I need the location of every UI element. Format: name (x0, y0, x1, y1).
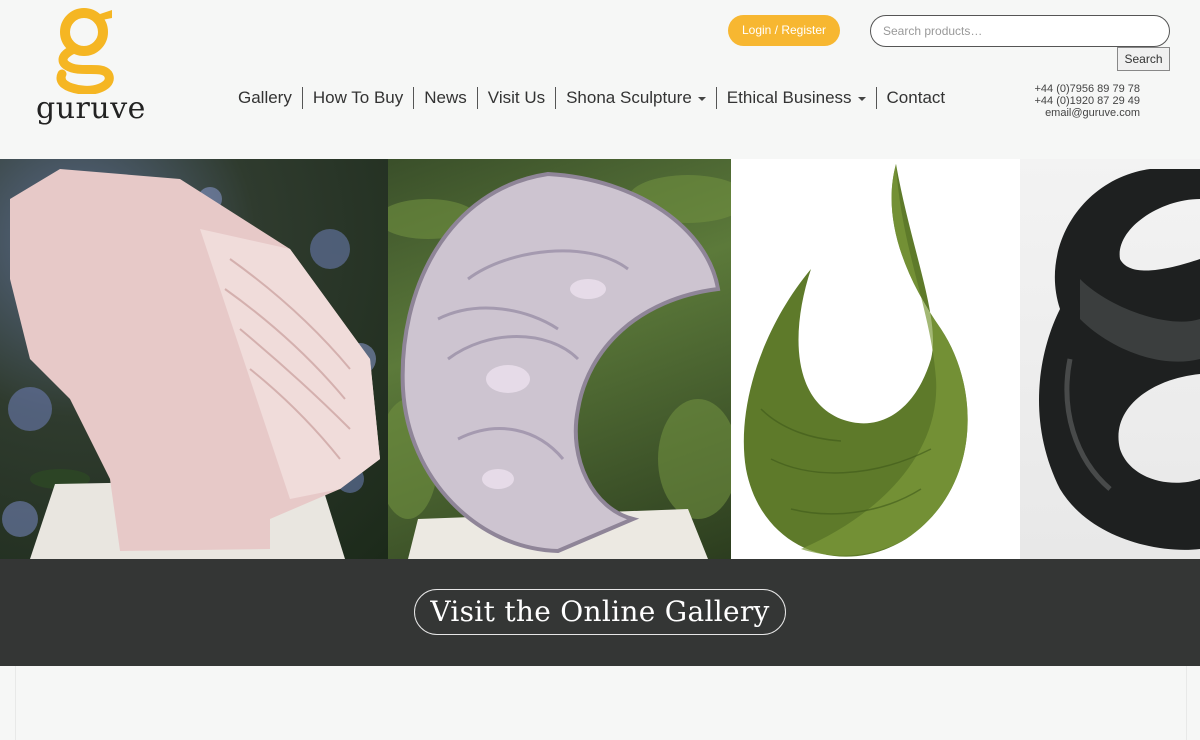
logo-wordmark: guruve (36, 91, 146, 126)
horse-sculpture-illustration (2, 169, 380, 559)
rose-quartz-horse-sculpture-image (0, 159, 388, 559)
nav-item-label: How To Buy (312, 88, 404, 107)
nav-item-contact[interactable]: Contact (877, 86, 956, 110)
guruve-logo[interactable]: guruve (36, 4, 146, 126)
nav-item-news[interactable]: News (414, 86, 477, 110)
contact-info: +44 (0)7956 89 79 78 +44 (0)1920 87 29 4… (1034, 83, 1140, 119)
nav-item-label: Gallery (238, 88, 292, 107)
nav-item-visit-us[interactable]: Visit Us (478, 86, 555, 110)
caret-down-icon (697, 97, 706, 101)
visit-online-gallery-button[interactable]: Visit the Online Gallery (414, 589, 786, 635)
caret-down-icon (857, 97, 866, 101)
main-navigation: Gallery How To Buy News Visit Us Shona S… (228, 86, 955, 110)
email-link[interactable]: email@guruve.com (1034, 107, 1140, 119)
nav-item-label: Shona Sculpture (566, 88, 692, 107)
nav-item-how-to-buy[interactable]: How To Buy (303, 86, 413, 110)
nav-item-label: Ethical Business (726, 88, 852, 107)
phone-number-1[interactable]: +44 (0)7956 89 79 78 (1034, 83, 1140, 95)
agate-moon-sculpture-image (388, 159, 731, 559)
green-flame-sculpture-illustration (743, 164, 968, 557)
nav-item-gallery[interactable]: Gallery (228, 86, 302, 110)
nav-item-ethical-business[interactable]: Ethical Business (717, 86, 876, 110)
sculpture-banner[interactable] (0, 159, 1200, 559)
black-abstract-sculpture-image (1020, 159, 1200, 559)
nav-item-label: News (424, 88, 467, 107)
main-content-area (15, 666, 1187, 740)
black-sculpture-illustration (1039, 169, 1200, 550)
nav-item-label: Contact (886, 88, 946, 107)
login-register-button[interactable]: Login / Register (728, 15, 840, 46)
nav-item-shona-sculpture[interactable]: Shona Sculpture (556, 86, 716, 110)
search-button[interactable]: Search (1117, 47, 1170, 71)
agate-sculpture-illustration (388, 171, 731, 559)
search-input[interactable] (870, 15, 1170, 47)
g-letter-logo-icon (56, 8, 114, 94)
site-header: guruve Login / Register Search Gallery H… (0, 0, 1200, 143)
green-flame-sculpture-image (731, 159, 1020, 559)
phone-number-2[interactable]: +44 (0)1920 87 29 49 (1034, 95, 1140, 107)
nav-item-label: Visit Us (487, 88, 546, 107)
gallery-cta-bar: Visit the Online Gallery (0, 559, 1200, 666)
